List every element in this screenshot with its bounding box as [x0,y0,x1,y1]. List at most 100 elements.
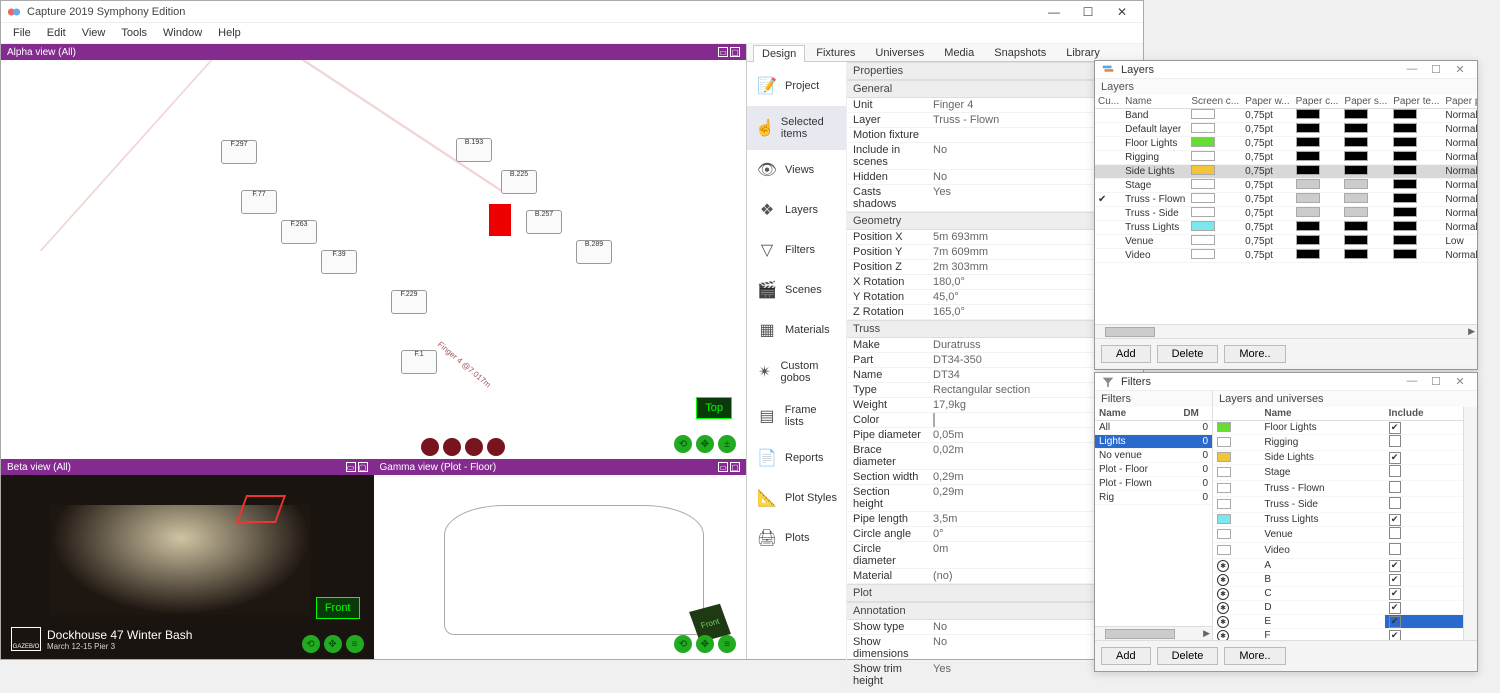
paper-symbol-swatch[interactable] [1344,165,1368,175]
include-row[interactable]: Rigging [1213,435,1463,451]
layer-row[interactable]: Stage0,75ptNormal [1095,179,1477,193]
category-filters[interactable]: ▽Filters [747,230,846,270]
maximize-button[interactable]: ☐ [1073,3,1103,21]
alpha-canvas[interactable]: F.297 F.77 F.263 F.39 F.229 F.1 B.193 B.… [1,60,746,459]
include-checkbox[interactable] [1389,497,1401,509]
minimize-button[interactable]: — [1039,3,1069,21]
layer-row[interactable]: ✔Truss - Flown0,75ptNormal [1095,193,1477,207]
filters-vscroll[interactable] [1463,407,1477,640]
category-selected[interactable]: ☝Selected items [747,106,846,150]
fixture-label[interactable]: F.263 [281,220,317,244]
paper-symbol-swatch[interactable] [1344,193,1368,203]
close-button[interactable]: ✕ [1449,375,1471,388]
fixture-label[interactable]: F.39 [321,250,357,274]
view-max-icon[interactable]: ▢ [730,462,740,472]
menu-window[interactable]: Window [155,25,210,41]
menu-edit[interactable]: Edit [39,25,74,41]
menu-tools[interactable]: Tools [113,25,155,41]
paper-color-swatch[interactable] [1296,165,1320,175]
delete-button[interactable]: Delete [1157,345,1219,363]
filters-list[interactable]: Filters NameDMAll0Lights0No venue0Plot -… [1095,391,1213,640]
layers-col[interactable]: Paper s... [1341,95,1390,109]
include-row[interactable]: Floor Lights✔ [1213,421,1463,435]
include-checkbox[interactable]: ✔ [1389,630,1401,641]
screen-color-swatch[interactable] [1191,165,1215,175]
zoom-icon[interactable]: ± [718,435,736,453]
layer-row[interactable]: Truss - Side0,75ptNormal [1095,207,1477,221]
include-checkbox[interactable]: ✔ [1389,514,1401,526]
screen-color-swatch[interactable] [1191,221,1215,231]
paper-color-swatch[interactable] [1296,137,1320,147]
filters-col[interactable]: DM [1179,407,1212,421]
filter-row[interactable]: All0 [1095,421,1212,435]
paper-text-swatch[interactable] [1393,179,1417,189]
category-views[interactable]: 👁Views [747,150,846,190]
beta-canvas[interactable]: Front ⟲ ✥ ≡ GAZEB/O Dockhouse 47 Winter … [1,475,374,659]
beta-view-header[interactable]: Beta view (All) ▭▢ [1,459,374,475]
filters-hscroll[interactable]: ▶ [1095,626,1212,640]
include-checkbox[interactable]: ✔ [1389,452,1401,464]
layers-titlebar[interactable]: Layers — ☐ ✕ [1095,61,1477,79]
include-checkbox[interactable]: ✔ [1389,574,1401,586]
paper-color-swatch[interactable] [1296,123,1320,133]
paper-text-swatch[interactable] [1393,151,1417,161]
category-materials[interactable]: ▦Materials [747,310,846,350]
tab-fixtures[interactable]: Fixtures [807,44,864,61]
include-row[interactable]: ✱E✔ [1213,615,1463,629]
includes-col[interactable]: Name [1260,407,1384,421]
filters-titlebar[interactable]: Filters — ☐ ✕ [1095,373,1477,391]
paper-symbol-swatch[interactable] [1344,179,1368,189]
category-gobos[interactable]: ✴Custom gobos [747,350,846,394]
include-row[interactable]: Truss - Flown [1213,481,1463,497]
include-row[interactable]: Stage [1213,465,1463,481]
close-button[interactable]: ✕ [1449,63,1471,76]
layer-row[interactable]: Default layer0,75ptNormal [1095,123,1477,137]
category-project[interactable]: 📝Project [747,66,846,106]
screen-color-swatch[interactable] [1191,179,1215,189]
dot-icon[interactable] [487,438,505,456]
layers-table[interactable]: Cu...NameScreen c...Paper w...Paper c...… [1095,95,1477,324]
paper-symbol-swatch[interactable] [1344,151,1368,161]
paper-text-swatch[interactable] [1393,165,1417,175]
maximize-button[interactable]: ☐ [1425,375,1447,388]
include-checkbox[interactable]: ✔ [1389,560,1401,572]
paper-color-swatch[interactable] [1296,179,1320,189]
includes-col[interactable] [1213,407,1260,421]
add-button[interactable]: Add [1101,345,1151,363]
dot-icon[interactable] [465,438,483,456]
paper-symbol-swatch[interactable] [1344,123,1368,133]
layer-row[interactable]: Floor Lights0,75ptNormal [1095,137,1477,151]
layer-row[interactable]: Truss Lights0,75ptNormal [1095,221,1477,235]
screen-color-swatch[interactable] [1191,123,1215,133]
category-layers[interactable]: ❖Layers [747,190,846,230]
layers-col[interactable]: Name [1122,95,1188,109]
fixture-dots[interactable] [421,438,505,456]
includes-col[interactable]: Include [1385,407,1463,421]
include-checkbox[interactable]: ✔ [1389,602,1401,614]
layers-col[interactable]: Paper pr... [1442,95,1477,109]
include-checkbox[interactable] [1389,435,1401,447]
view-split-icon[interactable]: ▭ [718,462,728,472]
screen-color-swatch[interactable] [1191,109,1215,119]
fixture-label[interactable]: F.229 [391,290,427,314]
tab-library[interactable]: Library [1057,44,1109,61]
include-checkbox[interactable] [1389,465,1401,477]
tab-snapshots[interactable]: Snapshots [985,44,1055,61]
maximize-button[interactable]: ☐ [1425,63,1447,76]
orbit-icon[interactable]: ⟲ [302,635,320,653]
filters-panel[interactable]: Filters — ☐ ✕ Filters NameDMAll0Lights0N… [1094,372,1478,672]
view-orientation-badge[interactable]: Top [696,397,732,419]
include-row[interactable]: ✱D✔ [1213,601,1463,615]
layers-col[interactable]: Paper w... [1242,95,1292,109]
paper-symbol-swatch[interactable] [1344,221,1368,231]
tab-universes[interactable]: Universes [866,44,933,61]
menu-view[interactable]: View [74,25,114,41]
screen-color-swatch[interactable] [1191,235,1215,245]
include-checkbox[interactable]: ✔ [1389,588,1401,600]
layer-row[interactable]: Side Lights0,75ptNormal [1095,165,1477,179]
include-checkbox[interactable] [1389,481,1401,493]
filter-row[interactable]: Plot - Flown0 [1095,477,1212,491]
paper-color-swatch[interactable] [1296,249,1320,259]
filter-row[interactable]: No venue0 [1095,449,1212,463]
category-plotstyles[interactable]: 📐Plot Styles [747,478,846,518]
